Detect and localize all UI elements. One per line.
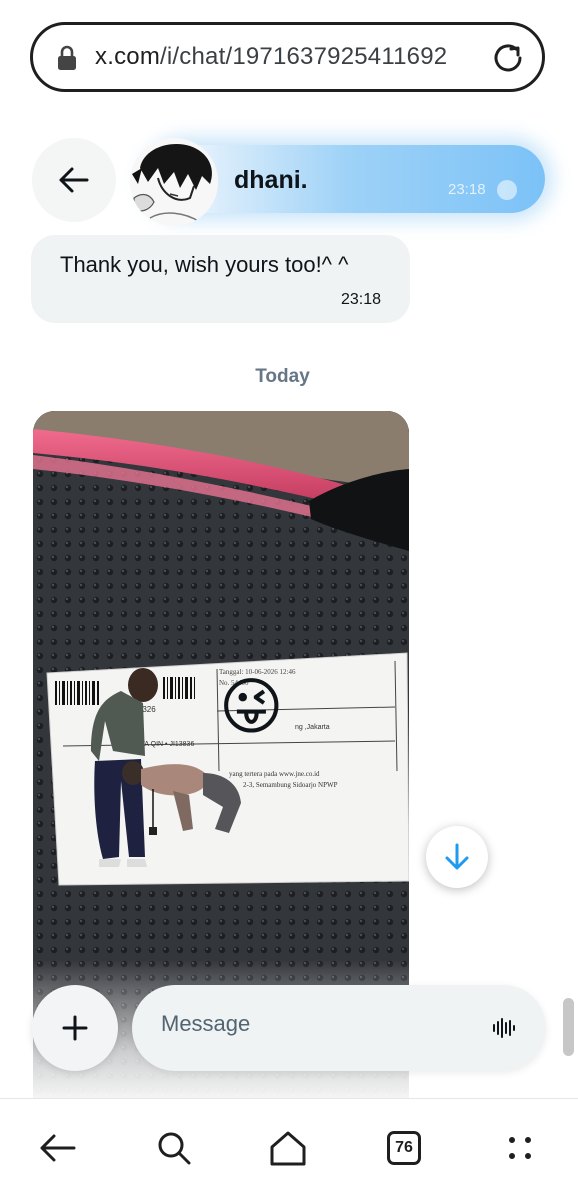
nav-search-button[interactable] xyxy=(154,1128,194,1168)
back-arrow-icon xyxy=(59,167,89,193)
receipt-city: ng ,Jakarta xyxy=(295,724,330,731)
arrow-down-icon xyxy=(445,843,469,870)
check-icon xyxy=(497,180,517,200)
nav-menu-button[interactable] xyxy=(500,1128,540,1168)
add-attachment-button[interactable] xyxy=(32,985,118,1071)
message-time: 23:18 xyxy=(340,291,381,308)
receipt-footer-line1: yang tertera pada www.jne.co.id xyxy=(229,770,320,778)
address-bar[interactable]: x.com/i/chat/1971637925411692 xyxy=(30,22,545,92)
scroll-to-bottom-button[interactable] xyxy=(426,826,488,888)
header-ghost-time: 23:18 xyxy=(448,181,486,198)
nav-home-button[interactable] xyxy=(268,1128,308,1168)
message-text: Thank you, wish yours too!^ ^ xyxy=(60,252,349,277)
contact-name[interactable]: dhani. xyxy=(234,166,308,195)
avatar-illustration xyxy=(130,138,218,226)
plus-icon xyxy=(62,1015,88,1041)
home-icon xyxy=(270,1131,306,1166)
message-input[interactable]: Message xyxy=(132,985,546,1071)
nav-tabs-button[interactable]: 76 xyxy=(384,1128,424,1168)
url-text[interactable]: x.com/i/chat/1971637925411692 xyxy=(95,43,447,71)
nav-back-icon xyxy=(40,1134,76,1162)
url-path: /i/chat/1971637925411692 xyxy=(160,43,448,70)
search-icon xyxy=(158,1132,191,1165)
menu-dots-icon xyxy=(509,1137,531,1159)
nav-back-button[interactable] xyxy=(38,1128,78,1168)
emoji-sticker: 😜 xyxy=(219,673,284,742)
lock-icon xyxy=(58,45,76,70)
scrollbar[interactable] xyxy=(563,998,574,1056)
url-domain: x.com xyxy=(95,43,161,70)
tabs-count: 76 xyxy=(387,1131,421,1165)
voice-wave-icon[interactable] xyxy=(492,1016,516,1040)
message-placeholder: Message xyxy=(161,1011,251,1036)
avatar[interactable] xyxy=(130,138,218,226)
back-button[interactable] xyxy=(32,138,116,222)
receipt-footer-line2: 2-3, Semambung Sidoarjo NPWP xyxy=(243,781,338,789)
message-bubble[interactable]: Thank you, wish yours too!^ ^ 23:18 xyxy=(31,235,410,323)
reload-icon[interactable] xyxy=(490,40,526,76)
day-separator: Today xyxy=(255,366,310,387)
